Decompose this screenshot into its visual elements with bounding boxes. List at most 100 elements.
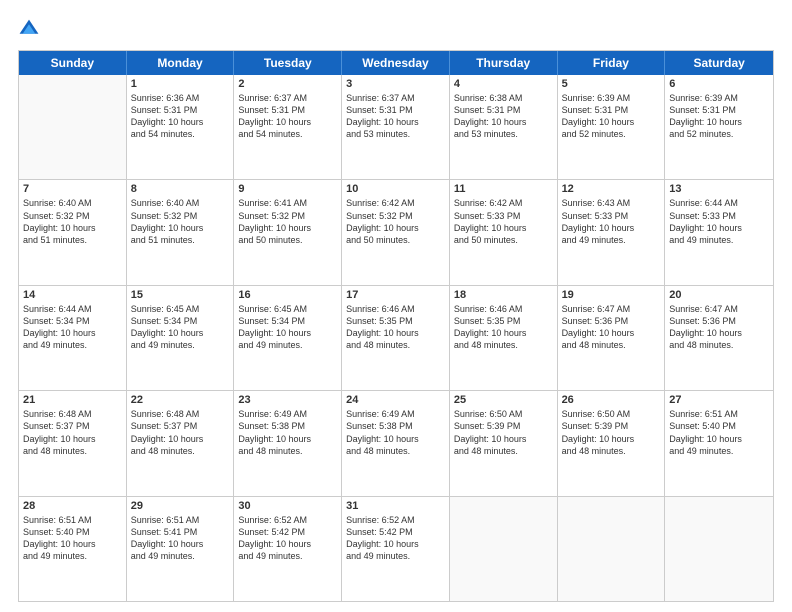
day-number: 30 [238, 500, 337, 512]
daylight-text-cont: and 49 minutes. [346, 550, 445, 562]
daylight-text-cont: and 48 minutes. [346, 445, 445, 457]
daylight-text-cont: and 49 minutes. [238, 339, 337, 351]
sunset-text: Sunset: 5:33 PM [454, 210, 553, 222]
sunrise-text: Sunrise: 6:47 AM [562, 303, 661, 315]
cal-cell: 8Sunrise: 6:40 AMSunset: 5:32 PMDaylight… [127, 180, 235, 284]
cal-cell: 30Sunrise: 6:52 AMSunset: 5:42 PMDayligh… [234, 497, 342, 601]
sunset-text: Sunset: 5:40 PM [23, 526, 122, 538]
day-number: 26 [562, 394, 661, 406]
day-number: 8 [131, 183, 230, 195]
cal-cell: 18Sunrise: 6:46 AMSunset: 5:35 PMDayligh… [450, 286, 558, 390]
sunrise-text: Sunrise: 6:49 AM [346, 408, 445, 420]
sunset-text: Sunset: 5:36 PM [669, 315, 769, 327]
daylight-text: Daylight: 10 hours [562, 327, 661, 339]
day-number: 3 [346, 78, 445, 90]
sunrise-text: Sunrise: 6:48 AM [131, 408, 230, 420]
day-number: 18 [454, 289, 553, 301]
sunset-text: Sunset: 5:31 PM [131, 104, 230, 116]
sunrise-text: Sunrise: 6:44 AM [669, 197, 769, 209]
sunrise-text: Sunrise: 6:42 AM [346, 197, 445, 209]
daylight-text: Daylight: 10 hours [131, 538, 230, 550]
sunset-text: Sunset: 5:39 PM [562, 420, 661, 432]
cal-header-saturday: Saturday [665, 51, 773, 75]
cal-cell: 9Sunrise: 6:41 AMSunset: 5:32 PMDaylight… [234, 180, 342, 284]
daylight-text: Daylight: 10 hours [23, 433, 122, 445]
cal-cell: 4Sunrise: 6:38 AMSunset: 5:31 PMDaylight… [450, 75, 558, 179]
cal-cell: 14Sunrise: 6:44 AMSunset: 5:34 PMDayligh… [19, 286, 127, 390]
cal-cell: 5Sunrise: 6:39 AMSunset: 5:31 PMDaylight… [558, 75, 666, 179]
sunrise-text: Sunrise: 6:46 AM [346, 303, 445, 315]
day-number: 5 [562, 78, 661, 90]
day-number: 4 [454, 78, 553, 90]
daylight-text: Daylight: 10 hours [238, 538, 337, 550]
daylight-text: Daylight: 10 hours [131, 433, 230, 445]
daylight-text: Daylight: 10 hours [669, 116, 769, 128]
cal-cell: 29Sunrise: 6:51 AMSunset: 5:41 PMDayligh… [127, 497, 235, 601]
cal-cell: 26Sunrise: 6:50 AMSunset: 5:39 PMDayligh… [558, 391, 666, 495]
cal-cell: 19Sunrise: 6:47 AMSunset: 5:36 PMDayligh… [558, 286, 666, 390]
daylight-text-cont: and 49 minutes. [23, 550, 122, 562]
daylight-text: Daylight: 10 hours [346, 327, 445, 339]
daylight-text-cont: and 51 minutes. [23, 234, 122, 246]
daylight-text: Daylight: 10 hours [454, 433, 553, 445]
daylight-text-cont: and 48 minutes. [562, 445, 661, 457]
daylight-text-cont: and 48 minutes. [131, 445, 230, 457]
daylight-text-cont: and 50 minutes. [238, 234, 337, 246]
sunset-text: Sunset: 5:37 PM [131, 420, 230, 432]
sunset-text: Sunset: 5:42 PM [238, 526, 337, 538]
daylight-text-cont: and 48 minutes. [23, 445, 122, 457]
sunrise-text: Sunrise: 6:45 AM [131, 303, 230, 315]
day-number: 19 [562, 289, 661, 301]
sunset-text: Sunset: 5:32 PM [23, 210, 122, 222]
day-number: 14 [23, 289, 122, 301]
sunset-text: Sunset: 5:35 PM [346, 315, 445, 327]
cal-cell: 28Sunrise: 6:51 AMSunset: 5:40 PMDayligh… [19, 497, 127, 601]
cal-week-5: 28Sunrise: 6:51 AMSunset: 5:40 PMDayligh… [19, 497, 773, 601]
day-number: 1 [131, 78, 230, 90]
sunset-text: Sunset: 5:31 PM [562, 104, 661, 116]
day-number: 25 [454, 394, 553, 406]
cal-week-4: 21Sunrise: 6:48 AMSunset: 5:37 PMDayligh… [19, 391, 773, 496]
day-number: 13 [669, 183, 769, 195]
day-number: 24 [346, 394, 445, 406]
daylight-text: Daylight: 10 hours [131, 327, 230, 339]
daylight-text: Daylight: 10 hours [562, 116, 661, 128]
daylight-text: Daylight: 10 hours [669, 433, 769, 445]
sunrise-text: Sunrise: 6:49 AM [238, 408, 337, 420]
cal-cell: 7Sunrise: 6:40 AMSunset: 5:32 PMDaylight… [19, 180, 127, 284]
sunset-text: Sunset: 5:32 PM [346, 210, 445, 222]
day-number: 17 [346, 289, 445, 301]
daylight-text: Daylight: 10 hours [23, 222, 122, 234]
cal-cell: 10Sunrise: 6:42 AMSunset: 5:32 PMDayligh… [342, 180, 450, 284]
sunrise-text: Sunrise: 6:52 AM [346, 514, 445, 526]
daylight-text-cont: and 53 minutes. [454, 128, 553, 140]
daylight-text: Daylight: 10 hours [669, 327, 769, 339]
day-number: 21 [23, 394, 122, 406]
sunrise-text: Sunrise: 6:36 AM [131, 92, 230, 104]
sunset-text: Sunset: 5:39 PM [454, 420, 553, 432]
cal-week-2: 7Sunrise: 6:40 AMSunset: 5:32 PMDaylight… [19, 180, 773, 285]
cal-header-thursday: Thursday [450, 51, 558, 75]
sunrise-text: Sunrise: 6:38 AM [454, 92, 553, 104]
daylight-text: Daylight: 10 hours [454, 222, 553, 234]
sunset-text: Sunset: 5:34 PM [131, 315, 230, 327]
daylight-text: Daylight: 10 hours [131, 222, 230, 234]
cal-cell: 6Sunrise: 6:39 AMSunset: 5:31 PMDaylight… [665, 75, 773, 179]
day-number: 20 [669, 289, 769, 301]
cal-cell: 13Sunrise: 6:44 AMSunset: 5:33 PMDayligh… [665, 180, 773, 284]
daylight-text-cont: and 49 minutes. [131, 550, 230, 562]
logo-icon [18, 18, 40, 40]
sunset-text: Sunset: 5:31 PM [346, 104, 445, 116]
sunset-text: Sunset: 5:42 PM [346, 526, 445, 538]
cal-cell [19, 75, 127, 179]
daylight-text-cont: and 53 minutes. [346, 128, 445, 140]
daylight-text-cont: and 49 minutes. [669, 234, 769, 246]
daylight-text-cont: and 49 minutes. [131, 339, 230, 351]
cal-week-1: 1Sunrise: 6:36 AMSunset: 5:31 PMDaylight… [19, 75, 773, 180]
sunrise-text: Sunrise: 6:50 AM [454, 408, 553, 420]
daylight-text: Daylight: 10 hours [23, 327, 122, 339]
cal-cell: 3Sunrise: 6:37 AMSunset: 5:31 PMDaylight… [342, 75, 450, 179]
daylight-text-cont: and 48 minutes. [238, 445, 337, 457]
cal-cell: 20Sunrise: 6:47 AMSunset: 5:36 PMDayligh… [665, 286, 773, 390]
day-number: 7 [23, 183, 122, 195]
